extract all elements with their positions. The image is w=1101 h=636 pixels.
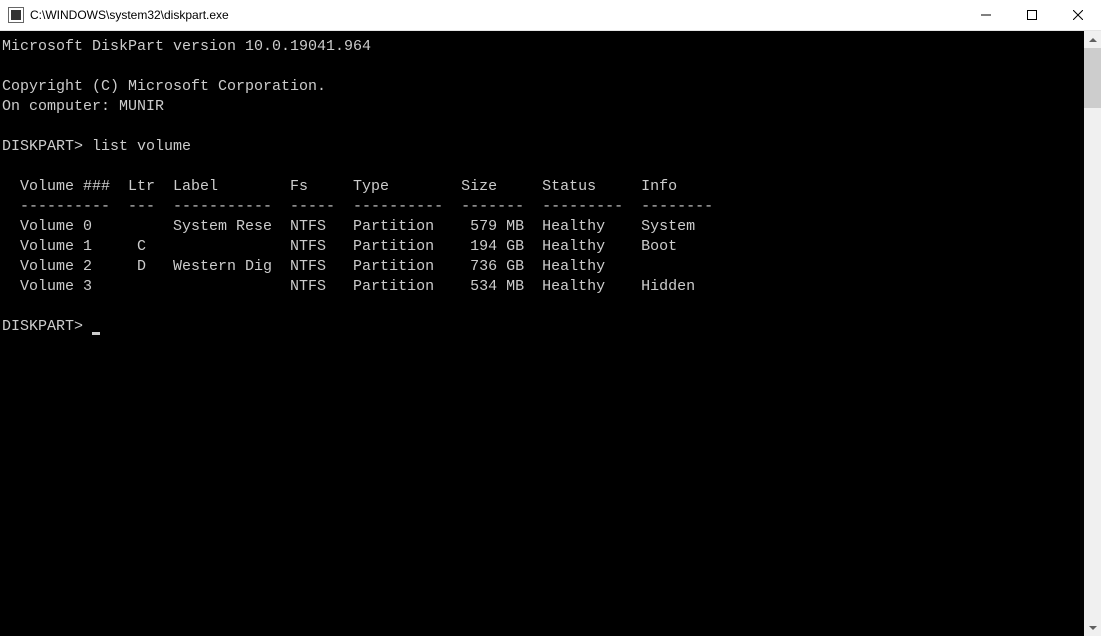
content-area: Microsoft DiskPart version 10.0.19041.96… — [0, 31, 1101, 636]
maximize-icon — [1027, 10, 1037, 20]
minimize-button[interactable] — [963, 0, 1009, 30]
window-controls — [963, 0, 1101, 30]
scroll-thumb[interactable] — [1084, 48, 1101, 108]
table-divider: ---------- --- ----------- ----- -------… — [2, 197, 1082, 217]
scroll-down-button[interactable] — [1084, 619, 1101, 636]
close-button[interactable] — [1055, 0, 1101, 30]
table-row: Volume 3 NTFS Partition 534 MB Healthy H… — [2, 277, 1082, 297]
scroll-up-button[interactable] — [1084, 31, 1101, 48]
maximize-button[interactable] — [1009, 0, 1055, 30]
console-line: Microsoft DiskPart version 10.0.19041.96… — [2, 37, 1082, 57]
table-row: Volume 2 D Western Dig NTFS Partition 73… — [2, 257, 1082, 277]
titlebar: C:\WINDOWS\system32\diskpart.exe — [0, 0, 1101, 31]
minimize-icon — [981, 10, 991, 20]
window-title: C:\WINDOWS\system32\diskpart.exe — [30, 8, 229, 22]
close-icon — [1073, 10, 1083, 20]
chevron-up-icon — [1089, 38, 1097, 42]
chevron-down-icon — [1089, 626, 1097, 630]
table-row: Volume 0 System Rese NTFS Partition 579 … — [2, 217, 1082, 237]
console-prompt: DISKPART> list volume — [2, 137, 1082, 157]
console-prompt: DISKPART> — [2, 318, 92, 335]
table-row: Volume 1 C NTFS Partition 194 GB Healthy… — [2, 237, 1082, 257]
console[interactable]: Microsoft DiskPart version 10.0.19041.96… — [0, 31, 1084, 636]
scrollbar[interactable] — [1084, 31, 1101, 636]
console-line: On computer: MUNIR — [2, 97, 1082, 117]
table-header: Volume ### Ltr Label Fs Type Size Status… — [2, 177, 1082, 197]
console-line: Copyright (C) Microsoft Corporation. — [2, 77, 1082, 97]
app-icon — [8, 7, 24, 23]
cursor — [92, 332, 100, 335]
